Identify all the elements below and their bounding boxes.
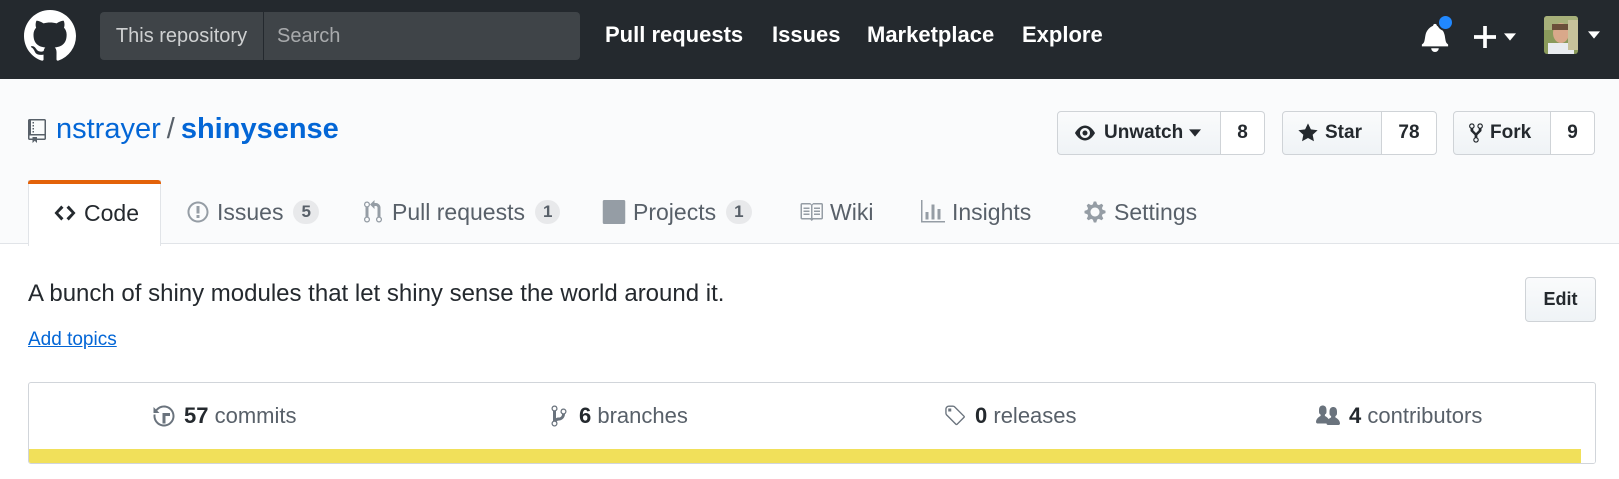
tag-icon xyxy=(945,405,965,426)
tab-issues[interactable]: Issues 5 xyxy=(186,180,319,244)
commits-count: 57 xyxy=(184,403,209,428)
search-scope-label: This repository xyxy=(100,12,264,60)
tab-projects-label: Projects xyxy=(633,198,717,225)
star-group: Star 78 xyxy=(1282,111,1437,155)
notification-indicator xyxy=(1437,14,1454,31)
star-label: Star xyxy=(1325,122,1362,143)
watch-group: Unwatch 8 xyxy=(1057,111,1265,155)
avatar xyxy=(1544,16,1578,54)
unwatch-button[interactable]: Unwatch xyxy=(1057,111,1221,155)
watchers-count[interactable]: 8 xyxy=(1221,111,1265,155)
book-icon xyxy=(800,203,823,221)
tab-pull-requests-label: Pull requests xyxy=(392,198,525,225)
tab-insights[interactable]: Insights xyxy=(921,180,1031,244)
tab-insights-label: Insights xyxy=(952,198,1032,225)
edit-description-button[interactable]: Edit xyxy=(1525,277,1596,322)
tab-wiki-label: Wiki xyxy=(830,198,874,225)
tab-pull-requests[interactable]: Pull requests 1 xyxy=(361,180,561,244)
chevron-down-icon xyxy=(1189,129,1202,137)
language-bar-segment[interactable] xyxy=(29,449,1581,463)
gear-icon xyxy=(1084,201,1106,223)
people-icon xyxy=(1316,405,1340,425)
repository-description: A bunch of shiny modules that let shiny … xyxy=(28,280,725,307)
tab-projects[interactable]: Projects 1 xyxy=(602,180,752,244)
project-icon xyxy=(602,200,626,224)
nav-pull-requests[interactable]: Pull requests xyxy=(605,22,743,48)
projects-counter: 1 xyxy=(726,200,752,224)
contributors-count: 4 xyxy=(1349,403,1362,428)
releases-label: releases xyxy=(993,403,1077,428)
create-new-menu[interactable] xyxy=(1474,20,1522,54)
fork-button[interactable]: Fork xyxy=(1453,111,1551,155)
pull-request-icon xyxy=(364,200,382,223)
search-box: This repository xyxy=(100,12,580,60)
commits-label: commits xyxy=(214,403,297,428)
tab-wiki[interactable]: Wiki xyxy=(799,180,873,244)
commits-link[interactable]: 57 commits xyxy=(152,403,297,429)
branches-link[interactable]: 6 branches xyxy=(547,403,688,429)
language-bar[interactable] xyxy=(29,449,1595,463)
search-input[interactable] xyxy=(265,12,580,60)
fork-icon xyxy=(1469,123,1483,143)
eye-icon xyxy=(1075,125,1095,141)
nav-issues[interactable]: Issues xyxy=(772,22,841,48)
chevron-down-icon xyxy=(1588,31,1600,39)
fork-group: Fork 9 xyxy=(1453,111,1595,155)
contributors-link[interactable]: 4 contributors xyxy=(1315,403,1482,429)
history-icon xyxy=(153,405,175,427)
plus-icon xyxy=(1474,26,1496,48)
user-menu[interactable] xyxy=(1544,16,1612,58)
nav-explore[interactable]: Explore xyxy=(1022,22,1103,48)
issue-icon xyxy=(187,201,209,223)
repo-icon xyxy=(28,119,46,143)
tab-settings-label: Settings xyxy=(1114,198,1198,225)
repo-separator: / xyxy=(166,113,175,145)
unwatch-label: Unwatch xyxy=(1104,122,1184,143)
tab-settings[interactable]: Settings xyxy=(1083,180,1197,244)
add-topics-link[interactable]: Add topics xyxy=(28,329,117,351)
tab-code[interactable]: Code xyxy=(28,180,161,246)
tab-code-label: Code xyxy=(84,199,139,226)
graph-icon xyxy=(921,200,945,223)
stargazers-count[interactable]: 78 xyxy=(1382,111,1437,155)
pull-requests-counter: 1 xyxy=(534,200,561,224)
star-button[interactable]: Star xyxy=(1282,111,1382,155)
releases-count: 0 xyxy=(975,403,988,428)
numbers-summary: 57 commits 6 branches 0 releases 4 contr… xyxy=(28,382,1596,464)
releases-link[interactable]: 0 releases xyxy=(943,403,1077,429)
branches-label: branches xyxy=(597,403,688,428)
chevron-down-icon xyxy=(1504,33,1516,41)
contributors-label: contributors xyxy=(1367,403,1483,428)
language-bar-segment[interactable] xyxy=(1581,449,1595,463)
repository-header: nstrayer / shinysense Unwatch 8 Star 78 Fo… xyxy=(0,79,1619,246)
forks-count[interactable]: 9 xyxy=(1551,111,1595,155)
site-header: This repository Pull requests Issues Mar… xyxy=(0,0,1619,79)
nav-marketplace[interactable]: Marketplace xyxy=(867,22,994,48)
repo-owner-link[interactable]: nstrayer xyxy=(56,113,161,145)
fork-label: Fork xyxy=(1490,122,1532,143)
branches-count: 6 xyxy=(579,403,592,428)
repository-title: nstrayer / shinysense xyxy=(56,113,339,146)
issues-counter: 5 xyxy=(293,200,319,224)
tab-issues-label: Issues xyxy=(217,198,284,225)
github-logo-icon[interactable] xyxy=(24,10,76,62)
code-icon xyxy=(54,205,76,221)
star-icon xyxy=(1298,123,1318,142)
branch-icon xyxy=(551,405,567,427)
repo-name-link[interactable]: shinysense xyxy=(181,113,339,145)
